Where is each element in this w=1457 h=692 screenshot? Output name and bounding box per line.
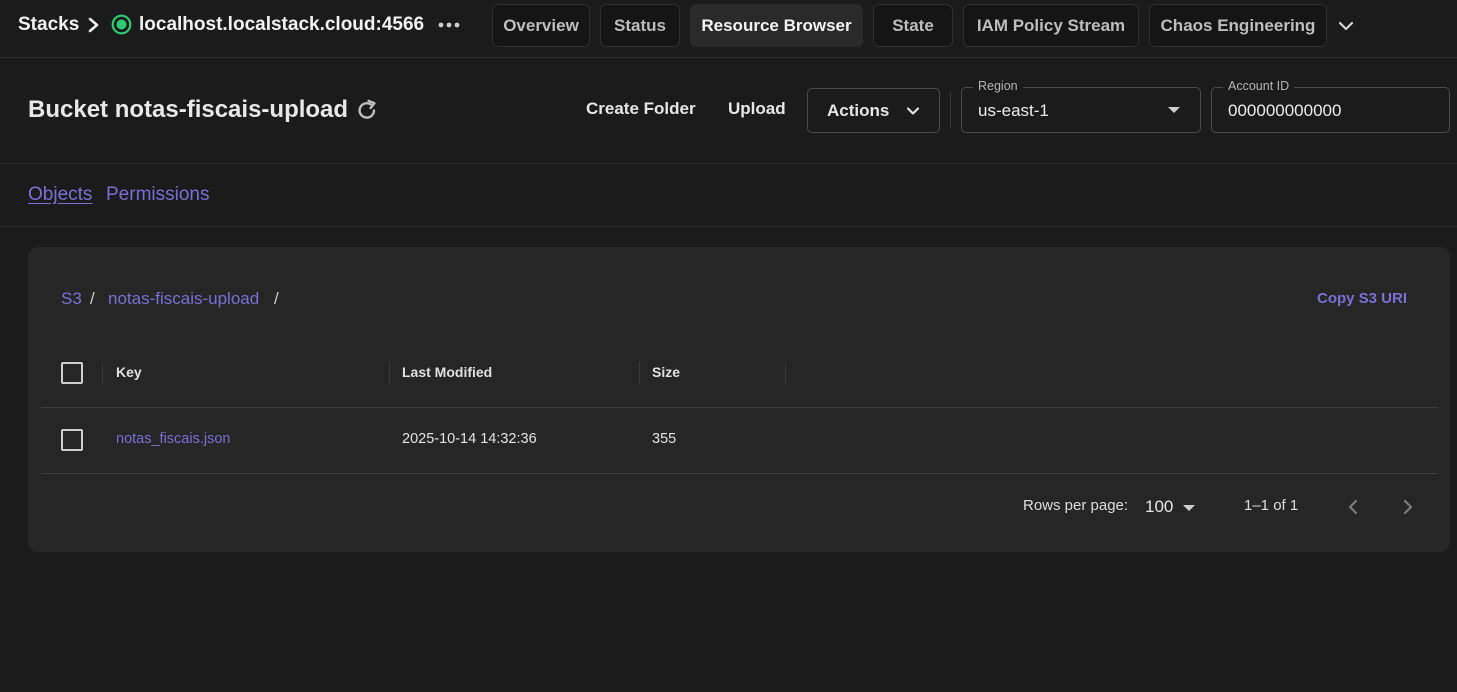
actions-button[interactable]: Actions xyxy=(807,88,940,133)
status-running-icon xyxy=(111,14,132,35)
breadcrumb-s3[interactable]: S3 xyxy=(61,289,82,309)
rows-per-page-label: Rows per page: xyxy=(1023,497,1129,514)
account-id-label: Account ID xyxy=(1223,79,1295,93)
region-value: us-east-1 xyxy=(978,101,1049,120)
column-header-last-modified[interactable]: Last Modified xyxy=(402,364,492,380)
divider xyxy=(41,473,1438,474)
tab-resource-browser[interactable]: Resource Browser xyxy=(690,4,863,47)
create-folder-button[interactable]: Create Folder xyxy=(586,99,696,119)
account-id-field[interactable]: Account ID 000000000000 xyxy=(1211,79,1450,133)
table-row[interactable] xyxy=(41,408,1438,473)
caret-down-icon xyxy=(1168,107,1180,113)
stack-host-label[interactable]: localhost.localstack.cloud:4566 xyxy=(139,14,424,36)
stacks-link[interactable]: Stacks xyxy=(18,14,79,36)
tab-state[interactable]: State xyxy=(873,4,953,47)
chevron-down-icon xyxy=(906,107,920,115)
tab-overview[interactable]: Overview xyxy=(492,4,590,47)
tab-objects[interactable]: Objects xyxy=(28,184,92,206)
row-checkbox[interactable] xyxy=(61,429,83,451)
object-key-link[interactable]: notas_fiscais.json xyxy=(116,431,230,447)
next-page-icon[interactable] xyxy=(1401,497,1415,517)
actions-label: Actions xyxy=(827,100,890,120)
breadcrumb-separator: / xyxy=(90,289,95,308)
breadcrumb-bucket[interactable]: notas-fiscais-upload xyxy=(108,289,259,309)
refresh-icon[interactable] xyxy=(356,98,378,122)
page-title: Bucket notas-fiscais-upload xyxy=(28,96,349,123)
select-all-checkbox[interactable] xyxy=(61,362,83,384)
pagination-range: 1–1 of 1 xyxy=(1244,497,1299,514)
upload-button[interactable]: Upload xyxy=(728,99,786,119)
tab-permissions[interactable]: Permissions xyxy=(106,184,209,206)
account-id-value: 000000000000 xyxy=(1228,101,1342,120)
caret-down-icon[interactable] xyxy=(1183,505,1195,511)
tab-iam-policy-stream[interactable]: IAM Policy Stream xyxy=(963,4,1139,47)
tab-status[interactable]: Status xyxy=(600,4,680,47)
previous-page-icon[interactable] xyxy=(1346,497,1360,517)
column-divider xyxy=(389,362,390,384)
column-header-size[interactable]: Size xyxy=(652,364,680,380)
column-divider xyxy=(785,362,786,384)
divider xyxy=(0,163,1457,164)
divider xyxy=(950,92,951,128)
column-divider xyxy=(102,362,103,384)
column-divider xyxy=(639,362,640,384)
chevron-down-icon[interactable] xyxy=(1336,16,1356,36)
column-header-key[interactable]: Key xyxy=(116,364,142,380)
breadcrumb-separator: / xyxy=(274,289,279,308)
tab-chaos-engineering[interactable]: Chaos Engineering xyxy=(1149,4,1327,47)
chevron-right-icon xyxy=(88,17,99,33)
copy-s3-uri-button[interactable]: Copy S3 URI xyxy=(1317,290,1407,307)
divider xyxy=(0,226,1457,227)
more-options-icon[interactable] xyxy=(436,13,462,37)
object-size: 355 xyxy=(652,431,677,447)
object-last-modified: 2025-10-14 14:32:36 xyxy=(402,431,537,447)
rows-per-page-select[interactable]: 100 xyxy=(1145,497,1173,517)
region-select[interactable]: Region us-east-1 xyxy=(961,79,1201,133)
region-label: Region xyxy=(973,79,1023,93)
